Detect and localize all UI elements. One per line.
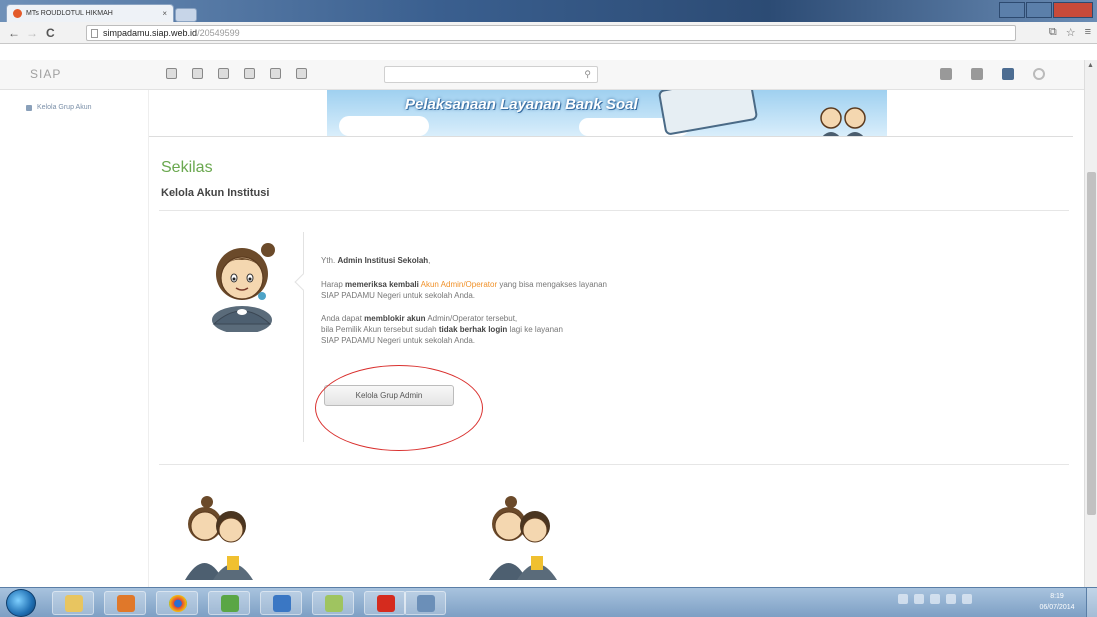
greeting-prefix: Yth. bbox=[321, 256, 336, 265]
list-icon[interactable] bbox=[971, 68, 983, 80]
forward-button[interactable]: → bbox=[26, 26, 38, 40]
new-tab-button[interactable] bbox=[175, 8, 197, 22]
clock-time: 8:19 bbox=[1050, 593, 1064, 600]
panel-arrow bbox=[294, 273, 312, 291]
reload-button[interactable]: C bbox=[46, 26, 55, 40]
p2-text-4: lagi ke layanan bbox=[509, 325, 563, 334]
search-input[interactable]: ⚲ bbox=[384, 66, 598, 83]
tray-icon[interactable] bbox=[914, 594, 924, 604]
taskbar-chrome[interactable] bbox=[156, 591, 198, 615]
page-subtitle: Kelola Akun Institusi bbox=[161, 187, 270, 199]
taskbar-media-player[interactable] bbox=[104, 591, 146, 615]
start-button[interactable] bbox=[6, 589, 36, 617]
divider bbox=[159, 210, 1069, 211]
p1-text-2: yang bisa mengakses layanan bbox=[499, 280, 607, 289]
admin-avatar-illustration bbox=[212, 243, 275, 332]
app-nav-icons bbox=[166, 68, 307, 79]
clock-date: 06/07/2014 bbox=[1039, 604, 1075, 611]
search-icon[interactable]: ⚲ bbox=[584, 69, 591, 80]
taskbar-app[interactable] bbox=[208, 591, 250, 615]
taskbar-app[interactable] bbox=[404, 591, 446, 615]
screen: MTs ROUDLOTUL HIKMAH × ← → C simpadamu.s… bbox=[0, 0, 1097, 617]
scroll-thumb[interactable] bbox=[1087, 172, 1096, 515]
chart-icon[interactable] bbox=[296, 68, 307, 79]
banner: Pelaksanaan Layanan Bank Soal bbox=[149, 90, 1073, 137]
windows-taskbar: 8:19 06/07/2014 bbox=[0, 587, 1097, 617]
person-icon[interactable] bbox=[218, 68, 229, 79]
p1-bold: memeriksa kembali bbox=[345, 280, 419, 289]
app-logo[interactable]: SIAP bbox=[30, 67, 61, 81]
scroll-up-arrow-icon[interactable]: ▲ bbox=[1087, 62, 1094, 69]
document-icon[interactable] bbox=[270, 68, 281, 79]
volume-icon[interactable] bbox=[946, 594, 956, 604]
browser-tab[interactable]: MTs ROUDLOTUL HIKMAH × bbox=[6, 4, 174, 22]
banner-text: Pelaksanaan Layanan Bank Soal bbox=[405, 96, 638, 113]
greeting-suffix: , bbox=[428, 256, 431, 265]
minimize-button[interactable] bbox=[999, 2, 1025, 18]
users-icon[interactable] bbox=[192, 68, 203, 79]
flag-icon[interactable] bbox=[962, 594, 972, 604]
clock[interactable]: 8:19 06/07/2014 bbox=[1034, 591, 1080, 613]
url-path: /20549599 bbox=[197, 28, 240, 38]
network-icon[interactable] bbox=[930, 594, 940, 604]
p2-text: Anda dapat bbox=[321, 314, 362, 323]
app-header: SIAP ⚲ bbox=[0, 60, 1097, 90]
maximize-button[interactable] bbox=[1026, 2, 1052, 18]
p1-text: Harap bbox=[321, 280, 343, 289]
address-bar[interactable]: simpadamu.siap.web.id/20549599 bbox=[86, 25, 1016, 41]
menu-icon[interactable]: ≡ bbox=[1085, 26, 1091, 39]
main-content: Pelaksanaan Layanan Bank Soal Sekilas Ke… bbox=[148, 90, 1084, 587]
sidebar: Kelola Grup Akun bbox=[0, 90, 140, 587]
taskbar-pdf-reader[interactable] bbox=[364, 591, 406, 615]
p2-text-2: Admin/Operator tersebut, bbox=[427, 314, 518, 323]
group-icon bbox=[26, 104, 32, 111]
url-host: simpadamu.siap.web.id bbox=[103, 28, 198, 38]
p2-bold: memblokir akun bbox=[364, 314, 426, 323]
system-tray bbox=[898, 594, 972, 604]
tab-title: MTs ROUDLOTUL HIKMAH bbox=[26, 10, 113, 17]
cloud-shape bbox=[339, 116, 429, 136]
people-illustration bbox=[820, 107, 866, 136]
paragraph-1-line-1: Harap memeriksa kembali Akun Admin/Opera… bbox=[321, 279, 607, 290]
p2-text-3: bila Pemilik Akun tersebut sudah bbox=[321, 325, 437, 334]
toolbar-right: ⧉ ☆ ≡ bbox=[1049, 26, 1091, 39]
taskbar-app[interactable] bbox=[260, 591, 302, 615]
show-desktop-button[interactable] bbox=[1086, 588, 1097, 617]
people-illustration-left bbox=[185, 496, 253, 580]
paragraph-2-line-2: bila Pemilik Akun tersebut sudah tidak b… bbox=[321, 324, 563, 335]
gear-icon[interactable] bbox=[1033, 68, 1045, 80]
sidebar-item-label: Kelola Grup Akun bbox=[37, 104, 92, 111]
greeting-line: Yth. Admin Institusi Sekolah, bbox=[321, 255, 430, 266]
paragraph-2-line-1: Anda dapat memblokir akun Admin/Operator… bbox=[321, 313, 517, 324]
paragraph-2-line-3: SIAP PADAMU Negeri untuk sekolah Anda. bbox=[321, 336, 476, 345]
paragraph-1-line-2: SIAP PADAMU Negeri untuk sekolah Anda. bbox=[321, 291, 476, 300]
page-icon bbox=[91, 29, 98, 38]
favicon-icon bbox=[13, 9, 22, 18]
sidebar-item-kelola-grup[interactable]: Kelola Grup Akun bbox=[26, 104, 91, 111]
browser-toolbar: ← → C simpadamu.siap.web.id/20549599 ⧉ ☆… bbox=[0, 22, 1097, 44]
annotation-circle bbox=[315, 365, 483, 451]
p1-highlight: Akun Admin/Operator bbox=[420, 280, 498, 289]
p2-bold-2: tidak berhak login bbox=[438, 325, 508, 334]
people-illustration-right bbox=[489, 496, 557, 580]
app-header-right bbox=[940, 68, 1045, 80]
tray-icon[interactable] bbox=[898, 594, 908, 604]
translate-icon[interactable]: ⧉ bbox=[1049, 26, 1057, 39]
window-titlebar: MTs ROUDLOTUL HIKMAH × bbox=[0, 0, 1097, 22]
close-window-button[interactable] bbox=[1053, 2, 1093, 18]
back-button[interactable]: ← bbox=[8, 26, 20, 40]
home-icon[interactable] bbox=[166, 68, 177, 79]
window-controls bbox=[999, 2, 1093, 18]
divider bbox=[159, 464, 1069, 465]
page-scrollbar[interactable]: ▲ bbox=[1084, 60, 1097, 587]
greeting-name: Admin Institusi Sekolah bbox=[337, 256, 429, 265]
user-avatar-icon[interactable] bbox=[1002, 68, 1014, 80]
calendar-icon[interactable] bbox=[244, 68, 255, 79]
tab-close-icon[interactable]: × bbox=[162, 9, 167, 18]
page-title: Sekilas bbox=[161, 159, 213, 176]
taskbar-explorer[interactable] bbox=[52, 591, 94, 615]
grid-icon[interactable] bbox=[940, 68, 952, 80]
taskbar-app[interactable] bbox=[312, 591, 354, 615]
bookmark-star-icon[interactable]: ☆ bbox=[1066, 26, 1076, 39]
